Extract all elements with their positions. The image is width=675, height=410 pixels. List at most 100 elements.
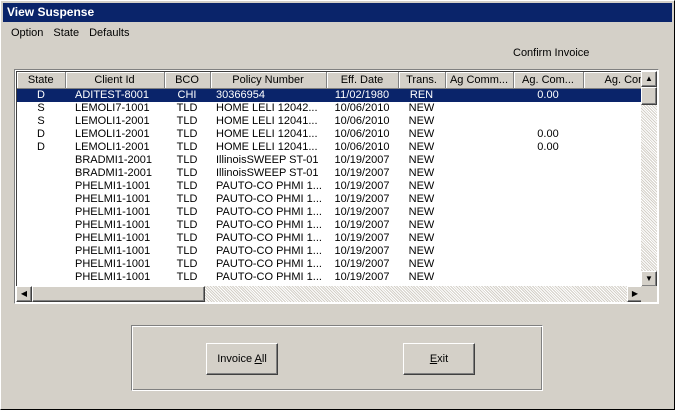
cell-policy-number: PAUTO-CO PHMI 1...: [216, 257, 322, 270]
cell-bco: TLD: [176, 140, 198, 153]
cell-policy-number: PAUTO-CO PHMI 1...: [216, 192, 322, 205]
cell-ag-comm-1: [445, 154, 513, 167]
table-row[interactable]: PHELMI1-1001 TLD PAUTO-CO PHMI 1... 10/19/2…: [17, 258, 643, 271]
horizontal-scrollbar[interactable]: ◀ ▶: [16, 286, 643, 302]
cell-policy-number: HOME LELI 12041...: [216, 140, 318, 153]
column-header-ag-comm-3[interactable]: Ag. Com...: [583, 72, 643, 89]
cell-eff-date: 10/19/2007: [334, 205, 390, 218]
cell-trans: NEW: [408, 101, 435, 114]
table-row[interactable]: D LEMOLI1-2001 TLD HOME LELI 12041... 10/06/…: [17, 141, 643, 154]
cell-ag-comm-2: [513, 258, 583, 271]
cell-trans: NEW: [408, 270, 435, 283]
cell-policy-number: IllinoisSWEEP ST-01: [216, 153, 319, 166]
cell-ag-comm-3: [583, 141, 643, 154]
column-header-policy-number[interactable]: Policy Number: [210, 72, 327, 89]
cell-ag-comm-3: [583, 271, 643, 284]
cell-bco: TLD: [176, 244, 198, 257]
arrow-left-icon[interactable]: ◀: [16, 286, 32, 302]
horizontal-scroll-thumb[interactable]: [32, 286, 205, 302]
cell-trans: NEW: [408, 179, 435, 192]
vertical-scroll-thumb[interactable]: [641, 87, 657, 105]
table-row[interactable]: BRADMI1-2001 TLD IllinoisSWEEP ST-01 10/19/…: [17, 167, 643, 180]
cell-client-id: PHELMI1-1001: [75, 257, 151, 270]
cell-eff-date: 10/19/2007: [334, 231, 390, 244]
table-row[interactable]: PHELMI1-1001 TLD PAUTO-CO PHMI 1... 10/19/2…: [17, 206, 643, 219]
table-row[interactable]: BRADMI1-2001 TLD IllinoisSWEEP ST-01 10/19/…: [17, 154, 643, 167]
cell-client-id: LEMOLI1-2001: [75, 140, 150, 153]
cell-bco: TLD: [176, 192, 198, 205]
cell-client-id: LEMOLI1-2001: [75, 127, 150, 140]
cell-state: D: [17, 88, 65, 102]
table-row[interactable]: PHELMI1-1001 TLD PAUTO-CO PHMI 1... 10/19/2…: [17, 245, 643, 258]
table-row[interactable]: D LEMOLI1-2001 TLD HOME LELI 12041... 10/06/…: [17, 128, 643, 141]
cell-ag-comm-3: [583, 258, 643, 271]
cell-bco: TLD: [176, 101, 198, 114]
cell-ag-comm-2: [513, 193, 583, 206]
cell-client-id: PHELMI1-1001: [75, 205, 151, 218]
cell-ag-comm-2: [513, 206, 583, 219]
cell-state: [17, 245, 65, 258]
cell-policy-number: PAUTO-CO PHMI 1...: [216, 270, 322, 283]
table-row[interactable]: S LEMOLI1-2001 TLD HOME LELI 12041... 10/06/…: [17, 115, 643, 128]
cell-state: [17, 219, 65, 232]
cell-ag-comm-2: [513, 245, 583, 258]
cell-trans: NEW: [408, 218, 435, 231]
cell-state: [17, 193, 65, 206]
arrow-up-icon[interactable]: ▲: [641, 71, 657, 87]
table-row[interactable]: PHELMI1-1001 TLD PAUTO-CO PHMI 1... 10/19/2…: [17, 193, 643, 206]
suspense-grid[interactable]: State Client Id BCO Policy Number Eff. D…: [14, 69, 659, 304]
invoice-all-button[interactable]: Invoice All: [206, 343, 278, 375]
cell-ag-comm-2: [513, 232, 583, 245]
cell-ag-comm-2: [513, 167, 583, 180]
column-header-ag-comm-1[interactable]: Ag Comm...: [445, 72, 514, 89]
column-header-bco[interactable]: BCO: [164, 72, 211, 89]
cell-client-id: ADITEST-8001: [65, 88, 164, 102]
cell-eff-date: 11/02/1980: [326, 88, 398, 102]
cell-bco: TLD: [176, 257, 198, 270]
cell-state: [17, 180, 65, 193]
table-row[interactable]: PHELMI1-1001 TLD PAUTO-CO PHMI 1... 10/19/2…: [17, 180, 643, 193]
cell-trans: NEW: [408, 257, 435, 270]
table-row[interactable]: PHELMI1-1001 TLD PAUTO-CO PHMI 1... 10/19/2…: [17, 271, 643, 284]
grid-header-row: State Client Id BCO Policy Number Eff. D…: [17, 72, 643, 89]
invoice-all-label: Invoice All: [217, 353, 267, 365]
column-header-eff-date[interactable]: Eff. Date: [326, 72, 399, 89]
cell-ag-comm-2: [513, 180, 583, 193]
cell-trans: NEW: [408, 140, 435, 153]
column-header-state[interactable]: State: [17, 72, 66, 89]
menu-option[interactable]: Option: [3, 25, 48, 41]
menu-state[interactable]: State: [48, 25, 84, 41]
table-row[interactable]: D ADITEST-8001 CHI 30366954 11/02/1980 REN 0.0…: [17, 88, 643, 102]
suspense-table: State Client Id BCO Policy Number Eff. D…: [17, 72, 643, 284]
cell-state: [17, 154, 65, 167]
cell-policy-number: PAUTO-CO PHMI 1...: [216, 218, 322, 231]
cell-state: D: [37, 140, 45, 153]
cell-ag-comm-1: [445, 167, 513, 180]
menu-defaults[interactable]: Defaults: [84, 25, 134, 41]
exit-button[interactable]: Exit: [403, 343, 475, 375]
cell-client-id: PHELMI1-1001: [75, 192, 151, 205]
cell-bco: TLD: [176, 153, 198, 166]
table-row[interactable]: PHELMI1-1001 TLD PAUTO-CO PHMI 1... 10/19/2…: [17, 219, 643, 232]
cell-state: D: [37, 127, 45, 140]
cell-state: [17, 206, 65, 219]
vertical-scrollbar[interactable]: ▲ ▼: [641, 71, 657, 287]
cell-ag-comm-1: [445, 258, 513, 271]
window-title: View Suspense: [3, 3, 672, 22]
column-header-ag-comm-2[interactable]: Ag. Com...: [513, 72, 584, 89]
column-header-trans[interactable]: Trans.: [398, 72, 446, 89]
table-row[interactable]: PHELMI1-1001 TLD PAUTO-CO PHMI 1... 10/19/2…: [17, 232, 643, 245]
grid-body: D ADITEST-8001 CHI 30366954 11/02/1980 REN 0.0…: [17, 88, 643, 284]
menu-bar: Option State Defaults: [3, 24, 672, 42]
cell-state: S: [37, 114, 45, 127]
cell-ag-comm-2: [513, 115, 583, 128]
cell-trans: NEW: [408, 231, 435, 244]
cell-bco: TLD: [176, 218, 198, 231]
cell-policy-number: PAUTO-CO PHMI 1...: [216, 205, 322, 218]
table-row[interactable]: S LEMOLI7-1001 TLD HOME LELI 12042... 10/06/…: [17, 102, 643, 115]
action-button-panel: Invoice All Exit: [131, 325, 543, 391]
cell-ag-comm-1: [445, 102, 513, 115]
arrow-down-icon[interactable]: ▼: [641, 271, 657, 287]
cell-ag-comm-3: [583, 128, 643, 141]
column-header-client-id[interactable]: Client Id: [65, 72, 165, 89]
